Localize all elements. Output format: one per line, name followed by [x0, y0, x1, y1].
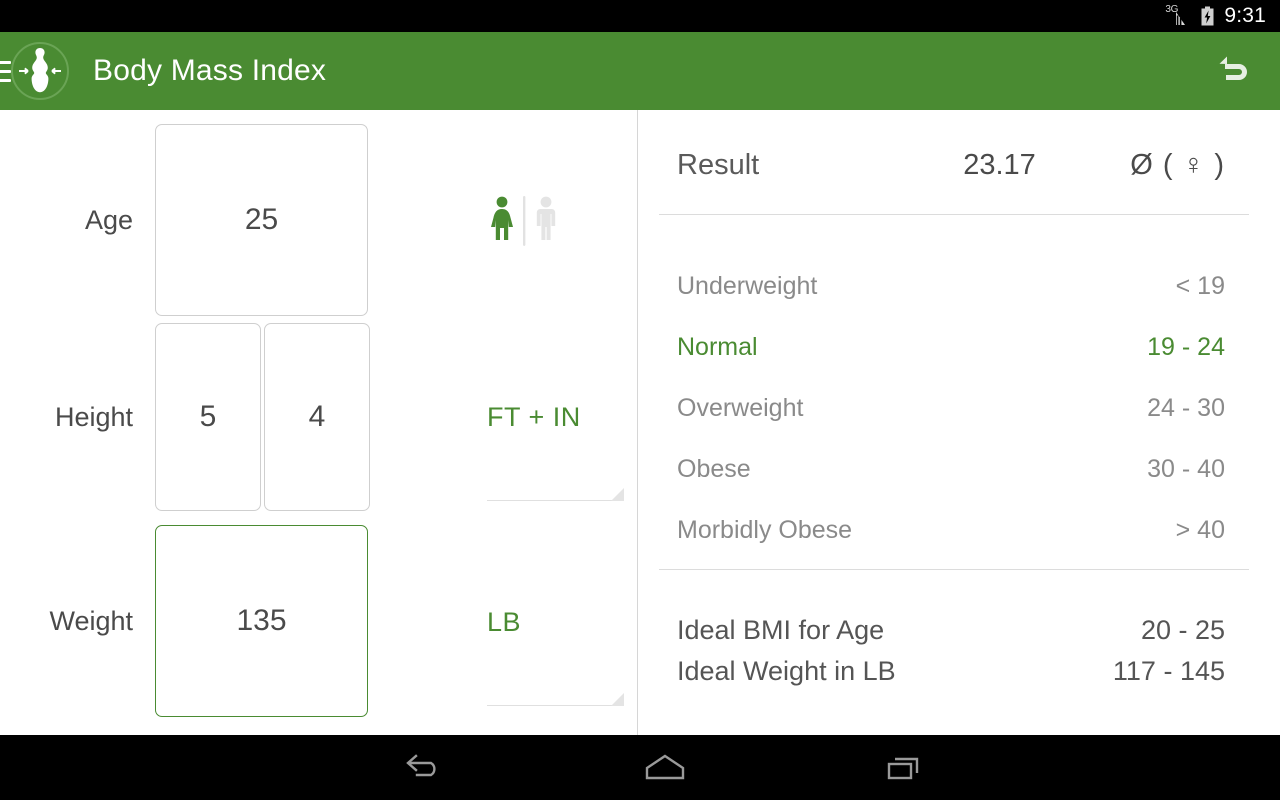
undo-arrow-icon[interactable]: [1204, 41, 1264, 101]
page-title: Body Mass Index: [93, 54, 327, 87]
recent-apps-icon[interactable]: [865, 735, 945, 800]
chevron-down-icon: [611, 488, 624, 501]
table-row: Obese 30 - 40: [677, 439, 1247, 500]
result-label: Result: [677, 148, 760, 181]
status-bar: 3G 9:31: [0, 0, 1280, 32]
result-value: 23.17: [963, 148, 1036, 181]
height-unit-label: FT + IN: [487, 401, 581, 432]
input-panel: Age 25 Height 5 4 FT + IN Weight 135 LB: [0, 110, 637, 735]
weight-row: Weight 135: [0, 525, 368, 717]
ideal-values-list: Ideal BMI for Age 20 - 25 Ideal Weight i…: [677, 610, 1247, 692]
table-row: Overweight 24 - 30: [677, 378, 1247, 439]
average-gender-label: Ø ( ♀ ): [1130, 148, 1225, 181]
app-bar: Body Mass Index: [0, 32, 1280, 110]
category-range: < 19: [1175, 272, 1225, 300]
category-name: Obese: [677, 455, 751, 483]
category-name: Overweight: [677, 394, 804, 422]
age-label: Age: [84, 204, 133, 235]
category-range: > 40: [1175, 516, 1225, 544]
category-name: Normal: [677, 333, 758, 361]
weight-unit-label: LB: [487, 606, 522, 637]
height-unit-spinner-underline[interactable]: [487, 488, 624, 501]
category-name: Morbidly Obese: [677, 516, 853, 544]
android-navigation-bar: [0, 735, 1280, 800]
home-icon[interactable]: [625, 735, 705, 800]
category-range: 30 - 40: [1147, 455, 1225, 483]
age-row: Age 25: [0, 124, 368, 316]
ideal-weight-value: 117 - 145: [1112, 656, 1225, 686]
ideal-bmi-label: Ideal BMI for Age: [677, 615, 885, 645]
divider-bottom: [659, 569, 1249, 570]
ideal-weight-label: Ideal Weight in LB: [677, 656, 896, 686]
height-inches-input[interactable]: 4: [264, 323, 370, 511]
height-row: Height 5 4: [0, 323, 370, 511]
clock-label: 9:31: [1224, 3, 1266, 27]
category-range: 19 - 24: [1147, 333, 1225, 361]
main-content: Age 25 Height 5 4 FT + IN Weight 135 LB …: [0, 110, 1280, 735]
back-arrow-icon[interactable]: [385, 735, 465, 800]
gender-divider: [521, 195, 527, 251]
weight-unit-spinner-underline[interactable]: [487, 693, 624, 706]
bmi-category-list: Underweight < 19 Normal 19 - 24 Overweig…: [677, 256, 1247, 561]
category-range: 24 - 30: [1147, 394, 1225, 422]
divider-top: [659, 214, 1249, 215]
weight-unit-selector[interactable]: LB: [487, 595, 637, 649]
category-name: Underweight: [677, 272, 818, 300]
weight-label: Weight: [49, 605, 133, 636]
signal-bars-icon: 3G: [1165, 4, 1191, 26]
app-screen: 3G 9:31 Body Mass Index Age 25 Height 5 …: [0, 0, 1280, 800]
table-row: Normal 19 - 24: [677, 317, 1247, 378]
battery-charging-icon: [1200, 6, 1215, 26]
male-figure-icon[interactable]: [531, 195, 561, 252]
height-feet-input[interactable]: 5: [155, 323, 261, 511]
list-item: Ideal BMI for Age 20 - 25: [677, 610, 1247, 651]
chevron-down-icon: [611, 693, 624, 706]
results-panel: Result 23.17 Ø ( ♀ ) Underweight < 19 No…: [637, 110, 1280, 735]
result-row: Result 23.17 Ø ( ♀ ): [677, 134, 1247, 196]
table-row: Morbidly Obese > 40: [677, 500, 1247, 561]
table-row: Underweight < 19: [677, 256, 1247, 317]
weight-input[interactable]: 135: [155, 525, 368, 717]
network-type-label: 3G: [1165, 4, 1179, 15]
mannequin-waist-icon: [9, 40, 71, 102]
ideal-bmi-value: 20 - 25: [1140, 615, 1225, 645]
gender-toggle[interactable]: [487, 192, 573, 254]
list-item: Ideal Weight in LB 117 - 145: [677, 651, 1247, 692]
age-input[interactable]: 25: [155, 124, 368, 316]
height-label: Height: [54, 401, 133, 432]
female-figure-icon[interactable]: [487, 195, 517, 252]
height-unit-selector[interactable]: FT + IN: [487, 390, 637, 444]
